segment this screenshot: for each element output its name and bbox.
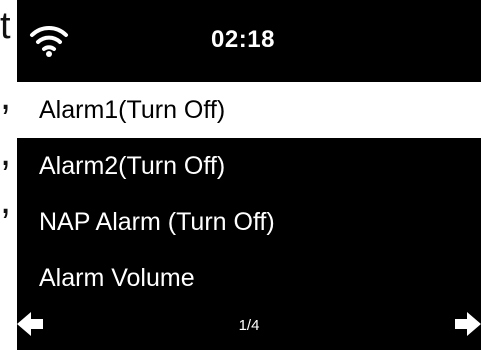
menu-item-label: NAP Alarm (Turn Off) [39,208,275,236]
menu-item-alarm-volume[interactable]: Alarm Volume [17,250,481,306]
menu-item-label: Alarm2(Turn Off) [39,152,226,180]
menu-item-label: Alarm1(Turn Off) [39,96,226,124]
page-indicator: 1/4 [238,317,260,334]
footer-bar: 1/4 [17,300,481,350]
menu-item-nap-alarm[interactable]: NAP Alarm (Turn Off) [17,194,481,250]
menu-item-alarm1[interactable]: Alarm1(Turn Off) [17,82,481,138]
menu-item-alarm2[interactable]: Alarm2(Turn Off) [17,138,481,194]
background-text-fragment: t [0,5,11,47]
background-text-fragment: , [0,130,12,174]
status-bar: 02:18 [17,0,481,82]
menu-item-label: Alarm Volume [39,264,195,292]
background-text-fragment: , [0,74,12,118]
arrow-right-icon[interactable] [447,310,481,338]
background-text-fragment: , [0,178,12,222]
device-screen: 02:18 Alarm1(Turn Off) Alarm2(Turn Off) … [17,0,481,350]
clock-time: 02:18 [211,26,275,53]
alarm-menu: Alarm1(Turn Off) Alarm2(Turn Off) NAP Al… [17,82,481,306]
